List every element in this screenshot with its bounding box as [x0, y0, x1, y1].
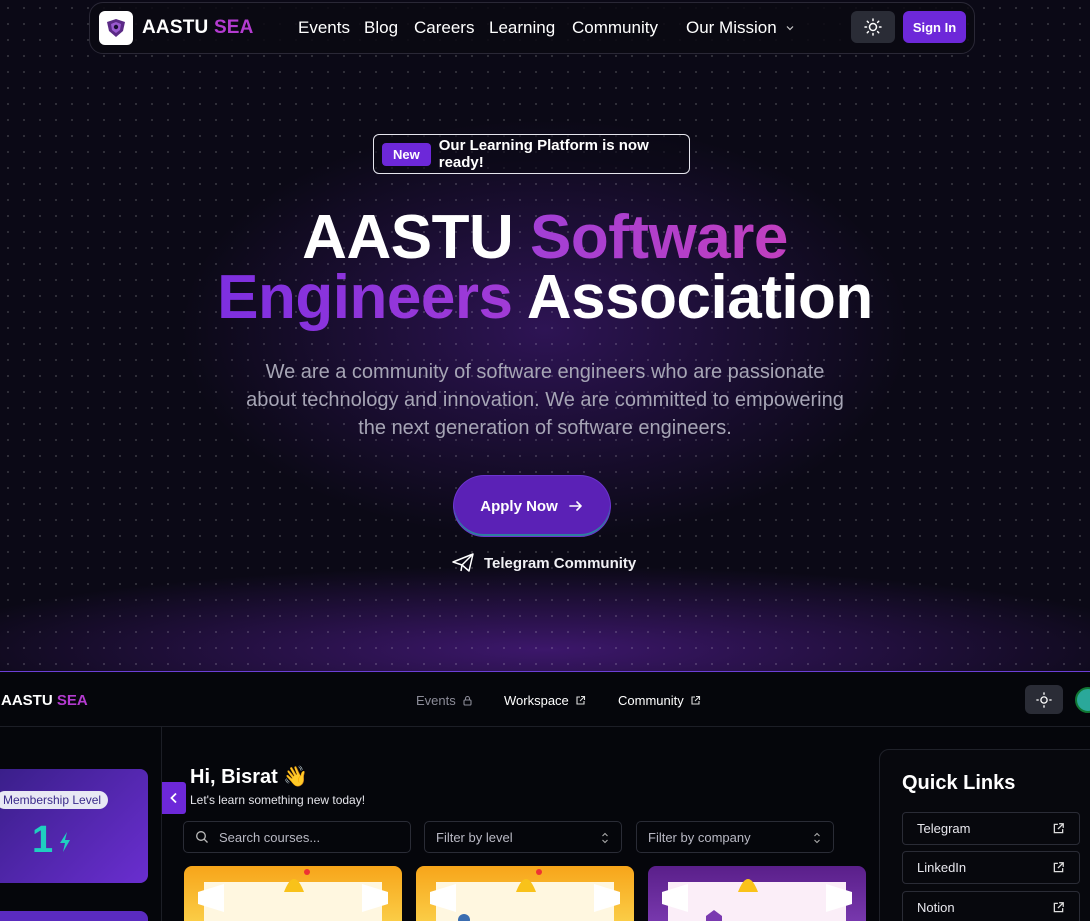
search-courses-field[interactable]: Search courses... [183, 821, 411, 853]
title-word-software: Software [529, 203, 788, 272]
external-link-icon [1053, 862, 1064, 873]
app-header: AASTU SEA Events Workspace Community [0, 673, 1090, 727]
app-brand-main: AASTU [1, 692, 53, 709]
sidebar-card-secondary [0, 911, 148, 921]
hero-title-line2: Engineers Association [0, 267, 1090, 329]
greeting-subtitle: Let's learn something new today! [190, 793, 366, 807]
apply-now-label: Apply Now [480, 497, 558, 515]
announcement-badge[interactable]: New Our Learning Platform is now ready! [373, 134, 690, 174]
title-word-association: Association [526, 263, 873, 332]
quick-link-notion-label: Notion [917, 900, 955, 915]
lock-icon [463, 695, 472, 706]
sun-icon [864, 18, 882, 36]
quick-links-panel: Quick Links Telegram LinkedIn Notion [879, 749, 1090, 921]
announcement-text: Our Learning Platform is now ready! [438, 137, 649, 171]
app-nav-workspace-label: Workspace [504, 693, 569, 708]
app-nav-community-label: Community [618, 693, 684, 708]
membership-level-value: 1 [32, 819, 54, 861]
theme-toggle-button[interactable] [851, 11, 895, 43]
quick-link-linkedin[interactable]: LinkedIn [902, 851, 1080, 884]
quick-link-linkedin-label: LinkedIn [917, 860, 967, 875]
chevron-updown-icon [602, 832, 608, 844]
nav-link-learning[interactable]: Learning [489, 18, 555, 38]
filter-company-label: Filter by company [648, 829, 751, 845]
top-navbar: AASTU SEA Events Blog Careers Learning C… [89, 2, 975, 54]
sign-in-button[interactable]: Sign In [903, 11, 966, 43]
apply-now-button[interactable]: Apply Now [454, 476, 610, 536]
chevron-left-icon [170, 792, 177, 804]
app-preview: AASTU SEA Events Workspace Community Mem… [0, 673, 1090, 921]
app-brand[interactable]: AASTU SEA [1, 692, 88, 709]
external-link-icon [691, 695, 700, 705]
quick-link-telegram[interactable]: Telegram [902, 812, 1080, 845]
nav-link-careers[interactable]: Careers [414, 18, 474, 38]
filter-level-select[interactable]: Filter by level [424, 821, 622, 853]
our-mission-label: Our Mission [686, 18, 777, 37]
new-pill: New [382, 142, 431, 166]
nav-link-events[interactable]: Events [298, 18, 350, 38]
filter-level-label: Filter by level [436, 829, 513, 845]
avatar[interactable] [1075, 687, 1090, 713]
megaphone-bell-illustration [430, 869, 620, 921]
arrow-right-icon [568, 501, 582, 511]
course-card[interactable] [648, 866, 866, 921]
telegram-community-link[interactable]: Telegram Community [452, 553, 636, 573]
app-nav-workspace[interactable]: Workspace [504, 693, 586, 708]
search-icon [196, 831, 208, 843]
external-link-icon [1053, 823, 1064, 834]
hero-section: AASTU SEA Events Blog Careers Learning C… [0, 0, 1090, 672]
chevron-down-icon [786, 26, 794, 31]
external-link-icon [1053, 902, 1064, 913]
search-placeholder: Search courses... [219, 829, 321, 845]
brand-main: AASTU [142, 17, 209, 38]
logo[interactable] [99, 11, 133, 45]
megaphone-bell-illustration [662, 879, 852, 921]
app-nav-events[interactable]: Events [416, 693, 473, 708]
hero-description: We are a community of software engineers… [200, 358, 890, 442]
nav-link-community[interactable]: Community [572, 18, 658, 38]
membership-card: Membership Level 1 [0, 769, 148, 883]
quick-link-notion[interactable]: Notion [902, 891, 1080, 921]
course-card[interactable] [184, 866, 402, 921]
paper-plane-icon [452, 553, 474, 572]
megaphone-bell-illustration [198, 869, 388, 921]
external-link-icon [576, 695, 585, 705]
filter-company-select[interactable]: Filter by company [636, 821, 834, 853]
greeting-title: Hi, Bisrat 👋 [190, 766, 309, 788]
lightning-icon [60, 832, 70, 852]
chevron-updown-icon [814, 832, 820, 844]
nav-link-blog[interactable]: Blog [364, 18, 398, 38]
description-line-1: We are a community of software engineers… [265, 361, 825, 383]
quick-links-title: Quick Links [902, 772, 1016, 794]
telegram-community-label: Telegram Community [484, 554, 637, 572]
description-line-2: about technology and innovation. We are … [246, 389, 844, 411]
title-word-aastu: AASTU [302, 203, 514, 272]
course-card[interactable] [416, 866, 634, 921]
brand-name[interactable]: AASTU SEA [142, 17, 254, 39]
membership-level-pill: Membership Level [0, 791, 109, 809]
sidebar-collapse-button[interactable] [162, 782, 186, 814]
app-brand-accent: SEA [56, 692, 88, 709]
description-line-3: the next generation of software engineer… [358, 417, 732, 439]
app-nav-events-label: Events [416, 693, 456, 708]
app-theme-toggle-button[interactable] [1025, 685, 1063, 714]
app-sidebar: Membership Level 1 [0, 727, 162, 921]
nav-link-our-mission[interactable]: Our Mission [686, 18, 795, 38]
sun-icon [1036, 691, 1052, 708]
app-nav-community[interactable]: Community [618, 693, 701, 708]
title-word-engineers: Engineers [217, 263, 513, 332]
brand-accent: SEA [213, 17, 254, 38]
hero-title-line1: AASTU Software [0, 207, 1090, 269]
quick-link-telegram-label: Telegram [917, 821, 971, 836]
